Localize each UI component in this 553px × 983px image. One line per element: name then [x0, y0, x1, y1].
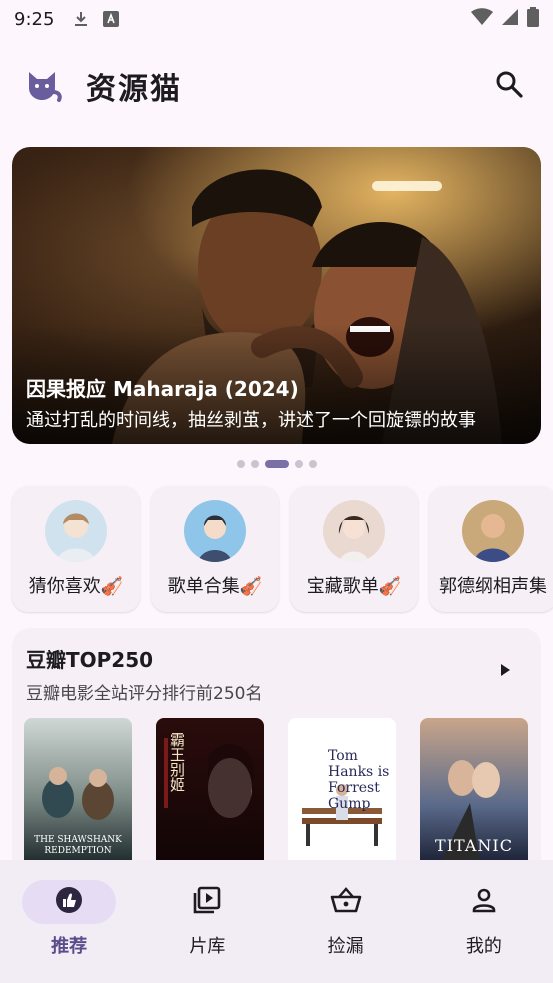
download-icon: [72, 10, 90, 28]
nav-label: 片库: [189, 936, 226, 957]
play-arrow-icon[interactable]: [499, 662, 511, 676]
section-subtitle: 豆瓣电影全站评分排行前250名: [26, 684, 263, 704]
pager-dot[interactable]: [308, 460, 317, 468]
movie-poster[interactable]: TITANIC: [420, 718, 528, 863]
app-bar: 资源猫: [0, 38, 553, 134]
poster-title: Tom Hanks is Forrest Gump: [328, 748, 390, 812]
app-title: 资源猫: [86, 72, 182, 107]
wifi-icon: [471, 8, 493, 30]
status-right: [471, 7, 539, 31]
category-label: 宝藏歌单🎻: [306, 576, 402, 597]
status-bar: 9:25: [0, 0, 553, 38]
category-card-crosstalk[interactable]: 郭德纲相声集: [429, 486, 553, 612]
movie-poster[interactable]: THE SHAWSHANK REDEMPTION: [24, 718, 132, 863]
category-label: 歌单合集🎻: [167, 576, 263, 597]
avatar: [323, 500, 385, 562]
movie-poster[interactable]: 霸王别姬: [156, 718, 264, 863]
person-icon: [470, 886, 498, 918]
nav-item-profile[interactable]: 我的: [415, 860, 553, 983]
poster-row: THE SHAWSHANK REDEMPTION 霸王别姬 Tom Hanks …: [24, 718, 528, 863]
banner-title: 因果报应 Maharaja (2024): [26, 377, 299, 401]
nav-label: 我的: [465, 936, 502, 957]
poster-title: THE SHAWSHANK REDEMPTION: [34, 835, 122, 856]
font-icon: [102, 10, 120, 28]
battery-icon: [527, 7, 539, 31]
category-row: 猜你喜欢🎻 歌单合集🎻 宝藏歌单🎻 郭德纲相声集: [12, 486, 553, 612]
poster-title: TITANIC: [435, 836, 513, 855]
category-label: 郭德纲相声集: [439, 576, 547, 597]
category-card-playlists[interactable]: 歌单合集🎻: [151, 486, 279, 612]
thumb-up-icon: [55, 886, 83, 918]
nav-item-recommend[interactable]: 推荐: [0, 860, 138, 983]
category-card-guess[interactable]: 猜你喜欢🎻: [12, 486, 140, 612]
video-library-icon: [192, 885, 222, 919]
banner-subtitle: 通过打乱的时间线，抽丝剥茧，讲述了一个回旋镖的故事: [26, 410, 476, 431]
nav-active-indicator: [22, 880, 117, 924]
search-button[interactable]: [489, 66, 529, 106]
pager-dot[interactable]: [250, 460, 259, 468]
avatar: [184, 500, 246, 562]
pager-dot[interactable]: [236, 460, 245, 468]
cat-icon: [24, 66, 64, 106]
signal-icon: [501, 8, 519, 30]
movie-poster[interactable]: Tom Hanks is Forrest Gump: [288, 718, 396, 863]
basket-icon: [330, 886, 362, 918]
nav-label: 捡漏: [327, 936, 364, 957]
nav-label: 推荐: [51, 936, 88, 957]
section-title: 豆瓣TOP250: [26, 648, 154, 672]
poster-title: 霸王别姬: [168, 732, 186, 792]
pager-dot[interactable]: [294, 460, 303, 468]
nav-item-bargain[interactable]: 捡漏: [277, 860, 415, 983]
banner-pager-dots: [0, 460, 553, 468]
nav-item-library[interactable]: 片库: [138, 860, 276, 983]
featured-banner[interactable]: 因果报应 Maharaja (2024) 通过打乱的时间线，抽丝剥茧，讲述了一个…: [12, 147, 541, 444]
category-label: 猜你喜欢🎻: [28, 576, 124, 597]
avatar: [45, 500, 107, 562]
bottom-navigation: 推荐 片库 捡漏 我的: [0, 860, 553, 983]
category-card-treasure[interactable]: 宝藏歌单🎻: [290, 486, 418, 612]
douban-top250-section[interactable]: 豆瓣TOP250 豆瓣电影全站评分排行前250名 THE SHAWSHANK R…: [12, 628, 541, 888]
search-icon: [495, 70, 523, 102]
status-time: 9:25: [14, 8, 55, 30]
pager-dot-active[interactable]: [264, 460, 289, 468]
avatar: [462, 500, 524, 562]
